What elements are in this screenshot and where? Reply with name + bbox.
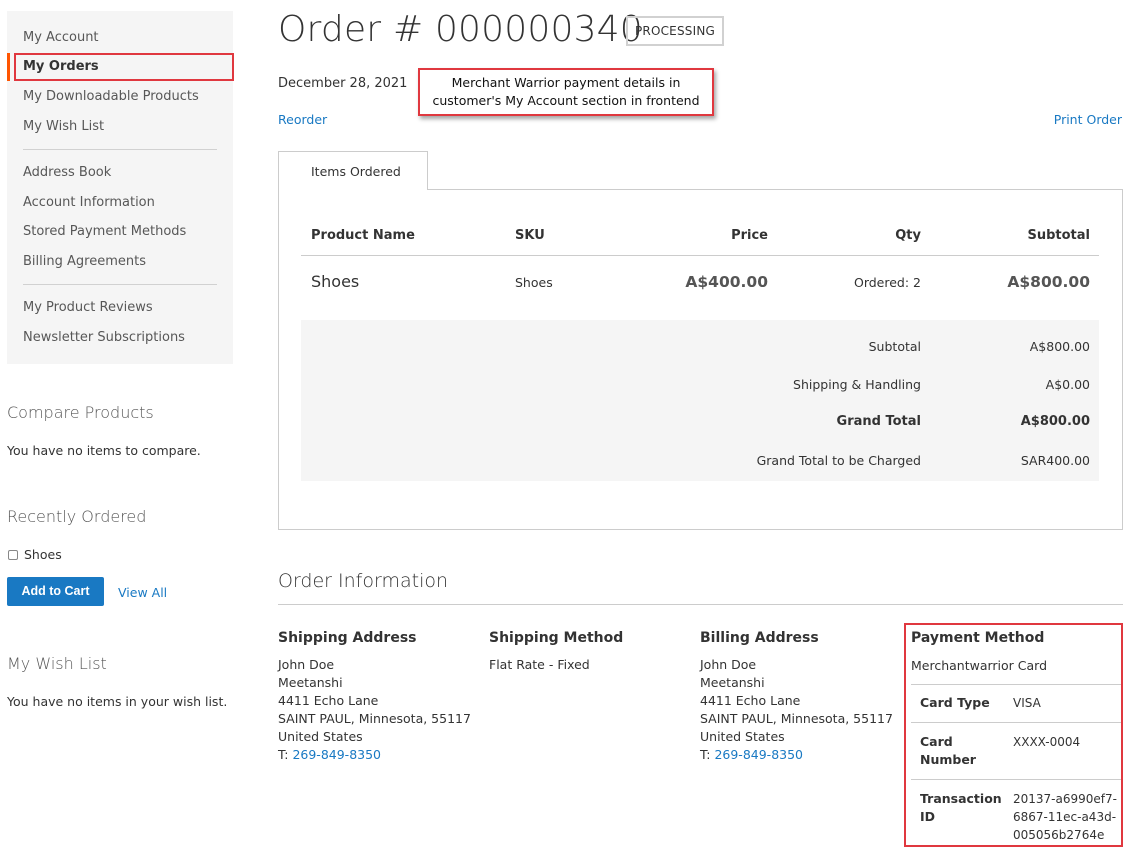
compare-empty-text: You have no items to compare.	[7, 443, 201, 458]
col-price: Price	[731, 228, 768, 243]
shipping-method-title: Shipping Method	[489, 630, 624, 646]
print-order-link[interactable]: Print Order	[1054, 112, 1122, 127]
compare-products-title: Compare Products	[7, 403, 154, 422]
card-number-value: XXXX-0004	[1013, 735, 1081, 749]
col-qty: Qty	[895, 228, 921, 243]
address-line: John Doe	[278, 657, 335, 672]
recently-ordered-title: Recently Ordered	[7, 507, 147, 526]
order-information-title: Order Information	[278, 570, 449, 592]
transaction-id-value: 20137-a6990ef7- 6867-11ec-a43d- 005056b2…	[1013, 790, 1117, 844]
page-title: Order # 000000340	[278, 9, 643, 50]
nav-stored-payment-methods[interactable]: Stored Payment Methods	[23, 224, 186, 239]
annotation-callout: Merchant Warrior payment details in cust…	[418, 68, 714, 116]
nav-billing-agreements[interactable]: Billing Agreements	[23, 254, 146, 269]
item-sku: Shoes	[515, 275, 553, 290]
label-line: Number	[920, 752, 976, 767]
nav-divider	[23, 149, 217, 150]
payment-method-title: Payment Method	[911, 630, 1045, 646]
phone-prefix: T:	[278, 747, 293, 762]
value-line: 005056b2764e	[1013, 828, 1105, 842]
item-qty: Ordered: 2	[853, 275, 921, 290]
billing-address-title: Billing Address	[700, 630, 819, 646]
totals-charged-value: SAR400.00	[1020, 453, 1090, 468]
current-nav-indicator	[7, 53, 10, 81]
view-all-link[interactable]: View All	[118, 585, 167, 600]
callout-line-1: Merchant Warrior payment details in	[451, 75, 681, 90]
tab-label: Items Ordered	[311, 164, 401, 179]
address-line: United States	[278, 729, 363, 744]
nav-address-book[interactable]: Address Book	[23, 165, 111, 180]
totals-shipping-label: Shipping & Handling	[793, 377, 921, 392]
add-to-cart-button[interactable]: Add to Cart	[7, 577, 104, 606]
item-price: A$400.00	[685, 273, 768, 291]
order-status-badge: PROCESSING	[626, 16, 724, 46]
shipping-address-title: Shipping Address	[278, 630, 417, 646]
address-line: John Doe	[700, 657, 757, 672]
phone-prefix: T:	[700, 747, 715, 762]
payment-divider	[911, 722, 1121, 723]
card-number-label: Card Number	[920, 733, 976, 769]
address-line: SAINT PAUL, Minnesota, 55117	[278, 711, 471, 726]
order-information-divider	[278, 604, 1123, 605]
address-phone: T: 269-849-8350	[700, 746, 893, 764]
recent-item-checkbox[interactable]	[8, 550, 18, 560]
tab-items-ordered[interactable]: Items Ordered	[278, 151, 428, 190]
phone-link[interactable]: 269-849-8350	[714, 747, 803, 762]
value-line: 20137-a6990ef7-	[1013, 792, 1117, 806]
shipping-method-value: Flat Rate - Fixed	[489, 657, 590, 672]
address-line: Meetanshi	[700, 675, 765, 690]
card-type-value: VISA	[1013, 696, 1041, 710]
billing-address: John Doe Meetanshi 4411 Echo Lane SAINT …	[700, 656, 893, 764]
phone-link[interactable]: 269-849-8350	[292, 747, 381, 762]
card-type-label: Card Type	[920, 695, 990, 710]
order-totals	[301, 320, 1099, 481]
recent-item-name: Shoes	[24, 547, 62, 562]
reorder-link[interactable]: Reorder	[278, 112, 327, 127]
address-line: 4411 Echo Lane	[700, 693, 801, 708]
value-line: 6867-11ec-a43d-	[1013, 810, 1117, 824]
address-line: Meetanshi	[278, 675, 343, 690]
col-product-name: Product Name	[311, 228, 415, 243]
nav-my-wish-list[interactable]: My Wish List	[23, 119, 104, 134]
col-sku: SKU	[515, 228, 545, 243]
nav-newsletter-subscriptions[interactable]: Newsletter Subscriptions	[23, 330, 185, 345]
label-line: ID	[920, 809, 936, 824]
address-phone: T: 269-849-8350	[278, 746, 471, 764]
totals-grand-total-value: A$800.00	[1020, 414, 1090, 429]
table-header-divider	[301, 255, 1099, 256]
label-line: Card	[920, 734, 953, 749]
address-line: 4411 Echo Lane	[278, 693, 379, 708]
payment-method-name: Merchantwarrior Card	[911, 658, 1048, 673]
wish-list-title: My Wish List	[7, 654, 107, 673]
payment-divider	[911, 684, 1121, 685]
address-line: SAINT PAUL, Minnesota, 55117	[700, 711, 893, 726]
label-line: Transaction	[920, 791, 1002, 806]
nav-my-downloadable-products[interactable]: My Downloadable Products	[23, 89, 199, 104]
my-orders-highlight	[14, 53, 234, 81]
totals-grand-total-label: Grand Total	[836, 414, 921, 429]
item-product-name: Shoes	[311, 272, 360, 291]
payment-divider	[911, 779, 1121, 780]
nav-divider	[23, 284, 217, 285]
totals-charged-label: Grand Total to be Charged	[756, 453, 921, 468]
shipping-address: John Doe Meetanshi 4411 Echo Lane SAINT …	[278, 656, 471, 764]
transaction-id-label: Transaction ID	[920, 790, 1002, 826]
wish-list-empty-text: You have no items in your wish list.	[7, 694, 228, 709]
col-subtotal: Subtotal	[1027, 228, 1090, 243]
nav-my-account[interactable]: My Account	[23, 30, 99, 45]
nav-account-information[interactable]: Account Information	[23, 195, 155, 210]
nav-my-product-reviews[interactable]: My Product Reviews	[23, 300, 153, 315]
item-subtotal: A$800.00	[1007, 273, 1090, 291]
totals-shipping-value: A$0.00	[1045, 377, 1090, 392]
address-line: United States	[700, 729, 785, 744]
totals-subtotal-label: Subtotal	[868, 339, 921, 354]
callout-line-2: customer's My Account section in fronten…	[432, 93, 700, 108]
order-date: December 28, 2021	[278, 76, 408, 91]
totals-subtotal-value: A$800.00	[1029, 339, 1090, 354]
